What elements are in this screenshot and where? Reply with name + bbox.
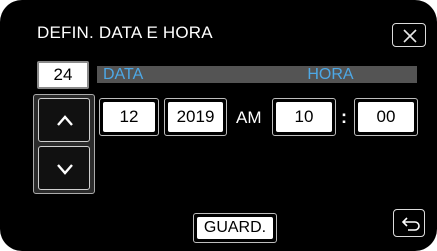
close-button[interactable] — [392, 23, 426, 47]
hour-field[interactable]: 10 — [272, 98, 336, 136]
chevron-up-icon — [57, 115, 73, 126]
month-field[interactable]: 12 — [99, 98, 159, 136]
save-button[interactable]: GUARD. — [193, 213, 277, 243]
day-field[interactable]: 24 — [37, 61, 89, 89]
am-pm-indicator: AM — [236, 108, 262, 127]
decrement-button[interactable] — [38, 146, 90, 190]
hour-value: 10 — [276, 102, 332, 132]
save-button-label: GUARD. — [197, 217, 273, 239]
year-field[interactable]: 2019 — [164, 98, 227, 136]
value-adjust-panel — [33, 94, 95, 194]
page-title: DEFIN. DATA E HORA — [37, 23, 213, 42]
close-icon — [403, 29, 417, 43]
month-value: 12 — [103, 102, 155, 132]
back-button[interactable] — [393, 209, 425, 237]
increment-button[interactable] — [38, 98, 90, 142]
time-separator: : — [341, 107, 347, 127]
year-value: 2019 — [168, 102, 223, 132]
minute-value: 00 — [358, 102, 414, 132]
chevron-down-icon — [57, 164, 73, 175]
return-icon — [401, 217, 420, 231]
time-column-header: HORA — [244, 66, 417, 83]
minute-field[interactable]: 00 — [354, 98, 418, 136]
date-time-settings-screen: DEFIN. DATA E HORA 24 DATA HORA 12 2019 … — [0, 0, 437, 251]
